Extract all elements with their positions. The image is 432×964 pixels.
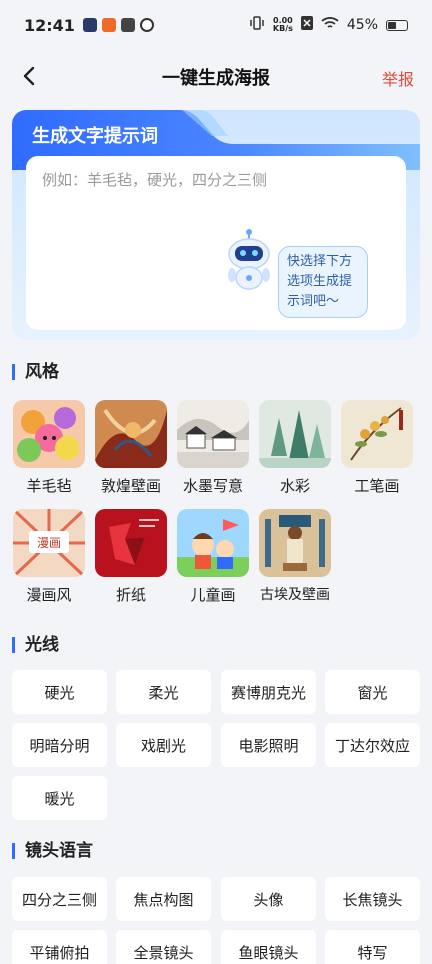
wifi-icon xyxy=(321,16,339,34)
app-notification-icon xyxy=(139,18,154,32)
lens-option-chip[interactable]: 全景镜头 xyxy=(116,930,211,964)
report-button[interactable]: 举报 xyxy=(382,66,414,90)
light-option-chip[interactable]: 电影照明 xyxy=(221,723,316,767)
back-arrow-icon[interactable] xyxy=(18,64,42,88)
wool-felt-thumbnail xyxy=(13,400,85,468)
prompt-input[interactable] xyxy=(42,171,390,189)
style-option[interactable]: 儿童画 xyxy=(177,509,249,605)
light-option-chip[interactable]: 明暗分明 xyxy=(12,723,107,767)
battery-icon xyxy=(386,19,408,31)
net-speed-unit: KB/s xyxy=(272,24,293,33)
style-option-label: 羊毛毡 xyxy=(26,477,72,495)
style-option[interactable]: 羊毛毡 xyxy=(13,400,85,496)
light-option-chip[interactable]: 暖光 xyxy=(12,776,107,820)
origami-thumbnail xyxy=(95,509,167,577)
style-option-label: 折纸 xyxy=(115,586,146,604)
style-option[interactable]: 水墨写意 xyxy=(177,400,249,496)
section-title-lens: 镜头语言 xyxy=(12,843,93,860)
prompt-card-title: 生成文字提示词 xyxy=(32,126,158,147)
lens-option-chip[interactable]: 特写 xyxy=(325,930,420,964)
watercolor-thumbnail xyxy=(259,400,331,468)
status-time: 12:41 xyxy=(24,15,75,35)
style-option[interactable]: 古埃及壁画 xyxy=(259,509,331,605)
ink-wash-thumbnail xyxy=(177,400,249,468)
gongbi-thumbnail xyxy=(341,400,413,468)
section-title-light: 光线 xyxy=(12,637,59,654)
style-option-label: 工笔画 xyxy=(354,477,400,495)
network-speed: 0.00 KB/s xyxy=(273,17,293,33)
children-drawing-thumbnail xyxy=(177,509,249,577)
light-option-chip[interactable]: 丁达尔效应 xyxy=(325,723,420,767)
style-option[interactable]: 水彩 xyxy=(259,400,331,496)
style-option[interactable]: 工笔画 xyxy=(341,400,413,496)
battery-percent: 45% xyxy=(346,17,378,33)
style-option[interactable]: 漫画 漫画风 xyxy=(13,509,85,605)
style-option-label: 古埃及壁画 xyxy=(260,587,330,603)
style-option-label: 儿童画 xyxy=(190,586,236,604)
style-option-label: 水墨写意 xyxy=(182,477,243,495)
light-option-chip[interactable]: 戏剧光 xyxy=(116,723,211,767)
prompt-input-area[interactable]: 快选择下方选项生成提示词吧～ xyxy=(26,156,406,330)
style-option[interactable]: 折纸 xyxy=(95,509,167,605)
navigation-bar: 一键生成海报 举报 xyxy=(0,52,432,102)
lens-option-chip[interactable]: 平铺俯拍 xyxy=(12,930,107,964)
light-option-chip[interactable]: 赛博朋克光 xyxy=(221,670,316,714)
light-option-chip[interactable]: 柔光 xyxy=(116,670,211,714)
sim-off-icon xyxy=(300,16,313,34)
section-title-style: 风格 xyxy=(12,364,59,381)
status-bar: 12:41 0.00 KB/s 45% xyxy=(0,0,432,50)
notification-icons xyxy=(82,18,154,32)
app-notification-icon xyxy=(120,18,135,32)
lens-option-chip[interactable]: 四分之三侧 xyxy=(12,877,107,921)
style-option-label: 敦煌壁画 xyxy=(100,477,161,495)
hint-bubble: 快选择下方选项生成提示词吧～ xyxy=(278,246,368,318)
style-option-label: 水彩 xyxy=(279,477,310,495)
lens-option-chip[interactable]: 鱼眼镜头 xyxy=(221,930,316,964)
egyptian-mural-thumbnail xyxy=(259,509,331,577)
style-option-label: 漫画风 xyxy=(26,586,72,604)
lens-option-chip[interactable]: 长焦镜头 xyxy=(325,877,420,921)
lens-option-chip[interactable]: 焦点构图 xyxy=(116,877,211,921)
vibrate-icon xyxy=(249,16,265,34)
app-notification-icon xyxy=(101,18,116,32)
comic-thumbnail: 漫画 xyxy=(13,509,85,577)
app-notification-icon xyxy=(82,18,97,32)
style-option[interactable]: 敦煌壁画 xyxy=(95,400,167,496)
svg-text:漫画: 漫画 xyxy=(37,536,61,550)
robot-mascot-icon xyxy=(228,229,270,290)
light-option-chip[interactable]: 硬光 xyxy=(12,670,107,714)
page-title: 一键生成海报 xyxy=(162,68,270,89)
lens-option-chip[interactable]: 头像 xyxy=(221,877,316,921)
light-option-chip[interactable]: 窗光 xyxy=(325,670,420,714)
dunhuang-thumbnail xyxy=(95,400,167,468)
prompt-card: 生成文字提示词 快选择下方选项生成提示词吧～ xyxy=(12,110,420,340)
